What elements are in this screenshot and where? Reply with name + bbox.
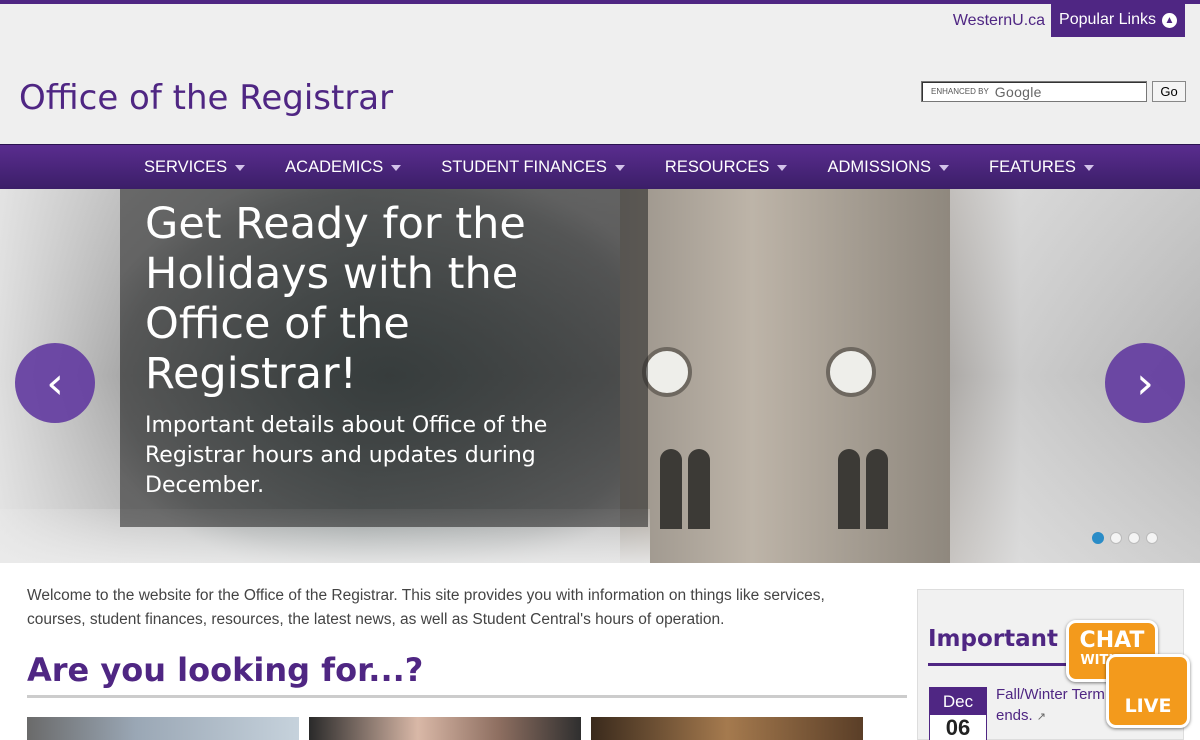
- nav-item-student-finances[interactable]: STUDENT FINANCES: [441, 145, 625, 189]
- popular-links-label: Popular Links: [1059, 11, 1156, 28]
- hero-carousel: Get Ready for the Holidays with the Offi…: [0, 189, 1200, 563]
- chevron-up-icon: ▲: [1162, 13, 1177, 28]
- site-title[interactable]: Office of the Registrar: [19, 78, 393, 118]
- nav-item-services[interactable]: SERVICES: [144, 145, 246, 189]
- nav-item-academics[interactable]: ACADEMICS: [285, 145, 402, 189]
- carousel-indicators: [1092, 532, 1158, 544]
- chevron-left-icon: ‹: [46, 357, 64, 409]
- nav-item-resources[interactable]: RESOURCES: [665, 145, 788, 189]
- looking-for-heading: Are you looking for...?: [27, 651, 907, 698]
- caret-down-icon: [391, 165, 402, 171]
- caret-down-icon: [614, 165, 625, 171]
- search-enhanced-by: ENHANCED BY: [931, 87, 989, 96]
- site-search: ENHANCED BY Google Go: [921, 81, 1186, 102]
- popular-links-button[interactable]: Popular Links ▲: [1051, 4, 1185, 37]
- date-badge: Dec 06: [929, 687, 987, 740]
- hero-headline[interactable]: Get Ready for the Holidays with the Offi…: [145, 199, 605, 399]
- carousel-dot[interactable]: [1110, 532, 1122, 544]
- carousel-prev-button[interactable]: ‹: [15, 343, 95, 423]
- tower-window: [688, 449, 710, 529]
- google-logo: Google: [994, 83, 1042, 100]
- nav-item-label: ACADEMICS: [285, 157, 384, 176]
- date-month: Dec: [930, 688, 986, 715]
- live-bubble: LIVE: [1106, 654, 1190, 728]
- caret-down-icon: [235, 165, 246, 171]
- feature-thumbnail[interactable]: [309, 717, 581, 740]
- caret-down-icon: [777, 165, 788, 171]
- tower-window: [838, 449, 860, 529]
- clock-face-icon: [642, 347, 692, 397]
- tower-window: [866, 449, 888, 529]
- carousel-dot[interactable]: [1092, 532, 1104, 544]
- chevron-right-icon: ›: [1136, 357, 1154, 409]
- caret-down-icon: [939, 165, 950, 171]
- carousel-next-button[interactable]: ›: [1105, 343, 1185, 423]
- chat-with-us-button[interactable]: CHAT WITH US LIVE: [1066, 620, 1196, 730]
- nav-item-label: STUDENT FINANCES: [441, 157, 607, 176]
- search-go-button[interactable]: Go: [1152, 81, 1186, 102]
- chat-line3: LIVE: [1124, 695, 1172, 717]
- clock-face-icon: [826, 347, 876, 397]
- hero-caption[interactable]: Get Ready for the Holidays with the Offi…: [120, 189, 648, 527]
- caret-down-icon: [1083, 165, 1094, 171]
- carousel-dot[interactable]: [1128, 532, 1140, 544]
- nav-item-label: SERVICES: [144, 157, 228, 176]
- main-nav: SERVICES ACADEMICS STUDENT FINANCES RESO…: [0, 144, 1200, 189]
- nav-item-label: FEATURES: [989, 157, 1076, 176]
- hero-subtext: Important details about Office of the Re…: [145, 413, 548, 498]
- feature-thumbnail[interactable]: [27, 717, 299, 740]
- carousel-dot[interactable]: [1146, 532, 1158, 544]
- feature-thumbnail[interactable]: [591, 717, 863, 740]
- external-link-icon: ↗: [1036, 711, 1046, 723]
- welcome-text: Welcome to the website for the Office of…: [27, 587, 825, 628]
- westernu-link[interactable]: WesternU.ca: [953, 4, 1051, 37]
- date-day: 06: [945, 715, 971, 740]
- tower-window: [660, 449, 682, 529]
- nav-item-features[interactable]: FEATURES: [989, 145, 1094, 189]
- nav-item-admissions[interactable]: ADMISSIONS: [827, 145, 950, 189]
- nav-item-label: RESOURCES: [664, 157, 770, 176]
- chat-line1: CHAT: [1079, 628, 1145, 653]
- utility-bar: WesternU.ca Popular Links ▲: [953, 4, 1185, 37]
- nav-item-label: ADMISSIONS: [827, 157, 932, 176]
- site-header: WesternU.ca Popular Links ▲ Office of th…: [0, 4, 1200, 144]
- search-input[interactable]: ENHANCED BY Google: [921, 81, 1147, 102]
